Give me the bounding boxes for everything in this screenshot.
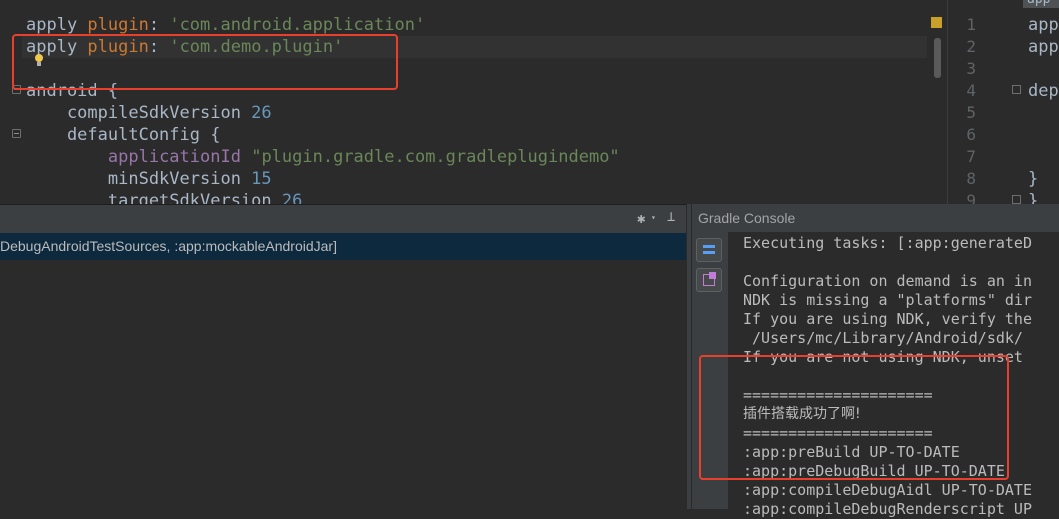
run-output-area	[0, 260, 686, 510]
soft-wrap-icon	[703, 245, 715, 248]
code-token: 'com.android.application'	[169, 15, 426, 35]
secondary-code-line[interactable]: }	[1028, 168, 1038, 190]
console-line: If you are using NDK, verify the	[743, 310, 1032, 328]
code-token: 26	[281, 191, 303, 204]
console-line: /Users/mc/Library/Android/sdk/	[743, 329, 1023, 347]
fold-marker-defaultconfig[interactable]	[12, 129, 21, 138]
code-editor[interactable]: apply plugin: 'com.android.application' a…	[0, 0, 947, 204]
code-line[interactable]: apply plugin: 'com.android.application'	[26, 14, 425, 36]
code-line[interactable]: defaultConfig {	[26, 124, 221, 146]
line-number: 5	[966, 103, 976, 122]
fold-marker-end[interactable]	[1012, 195, 1021, 204]
code-token: compileSdkVersion	[26, 103, 252, 123]
secondary-code-line[interactable]: }	[1028, 190, 1038, 204]
gradle-console-title: Gradle Console	[692, 204, 1059, 232]
console-line: Configuration on demand is an in	[743, 272, 1032, 290]
soft-wrap-button[interactable]	[696, 238, 722, 262]
line-number: 8	[966, 169, 976, 188]
line-number: 2	[966, 37, 976, 56]
annotation-box-console	[699, 355, 1009, 480]
secondary-code-line[interactable]: app	[1028, 36, 1059, 58]
fold-marker-dependencies[interactable]	[1012, 85, 1021, 94]
code-token: :	[148, 15, 170, 35]
annotation-box-plugin	[12, 34, 398, 90]
run-panel: ✱ ▾ ⊥ DebugAndroidTestSources, :app:mock…	[0, 204, 686, 510]
code-token: targetSdkVersion	[26, 191, 282, 204]
console-line: :app:compileDebugAidl UP-TO-DATE	[743, 481, 1032, 499]
task-row[interactable]: DebugAndroidTestSources, :app:mockableAn…	[0, 233, 686, 260]
editor-scroll-thumb[interactable]	[934, 38, 941, 78]
console-line: NDK is missing a "platforms" dir	[743, 291, 1032, 309]
code-line[interactable]: compileSdkVersion 26	[26, 102, 272, 124]
code-token: defaultConfig {	[26, 125, 221, 145]
editor-scrollbar[interactable]	[927, 0, 947, 204]
console-line: :app:compileDebugRenderscript UP	[743, 500, 1032, 518]
code-line[interactable]: targetSdkVersion 26	[26, 190, 302, 204]
console-line: Executing tasks: [:app:generateD	[743, 234, 1032, 252]
code-token: apply	[26, 15, 88, 35]
line-number: 4	[966, 81, 976, 100]
run-toolbar: ✱ ▾ ⊥	[0, 205, 686, 233]
line-number: 1	[966, 15, 976, 34]
warning-marker-icon[interactable]	[931, 17, 942, 28]
secondary-code-line[interactable]: app	[1028, 14, 1059, 36]
pin-button[interactable]	[696, 268, 722, 292]
chevron-down-icon[interactable]: ▾	[651, 213, 656, 222]
secondary-code-line[interactable]: dep	[1028, 80, 1059, 102]
hide-panel-icon[interactable]: ⊥	[667, 209, 675, 225]
code-token: applicationId	[107, 147, 241, 167]
code-line[interactable]: minSdkVersion 15	[26, 168, 272, 190]
secondary-editor[interactable]: app 123456789 appappdep}}	[947, 0, 1059, 204]
gear-icon[interactable]: ✱	[637, 211, 645, 227]
code-token: 26	[251, 103, 272, 123]
line-number: 9	[966, 191, 976, 204]
code-token: 15	[251, 169, 272, 189]
line-number: 7	[966, 147, 976, 166]
code-token: minSdkVersion	[26, 169, 252, 189]
code-token: plugin	[87, 15, 149, 35]
code-line[interactable]: applicationId "plugin.gradle.com.gradlep…	[26, 146, 620, 168]
code-token: "plugin.gradle.com.gradleplugindemo"	[251, 147, 620, 167]
line-number: 3	[966, 59, 976, 78]
secondary-editor-tab[interactable]: app	[1023, 0, 1059, 8]
line-number: 6	[966, 125, 976, 144]
editor-gutter	[0, 0, 22, 204]
